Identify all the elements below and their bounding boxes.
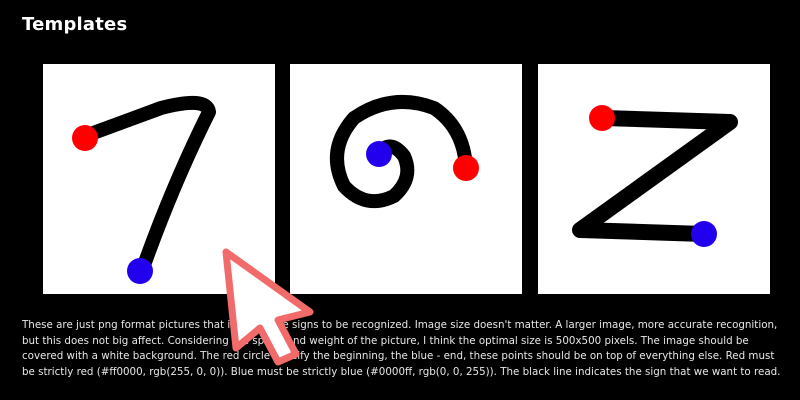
template-stroke [330, 94, 473, 209]
template-seven-drawing [72, 95, 216, 284]
template-image-z [538, 64, 770, 294]
template-z-drawing [572, 105, 738, 247]
end-marker-blue [366, 141, 392, 167]
template-stroke [78, 95, 216, 275]
template-image-seven [43, 64, 275, 294]
template-image-spiral [290, 64, 522, 294]
page-title: Templates [22, 14, 128, 35]
start-marker-red [453, 155, 479, 181]
end-marker-blue [691, 221, 717, 247]
end-marker-blue [127, 258, 153, 284]
template-stroke [572, 110, 738, 242]
description-text: These are just png format pictures that … [22, 319, 781, 378]
template-spiral-drawing [330, 94, 479, 209]
start-marker-red [72, 125, 98, 151]
start-marker-red [589, 105, 615, 131]
